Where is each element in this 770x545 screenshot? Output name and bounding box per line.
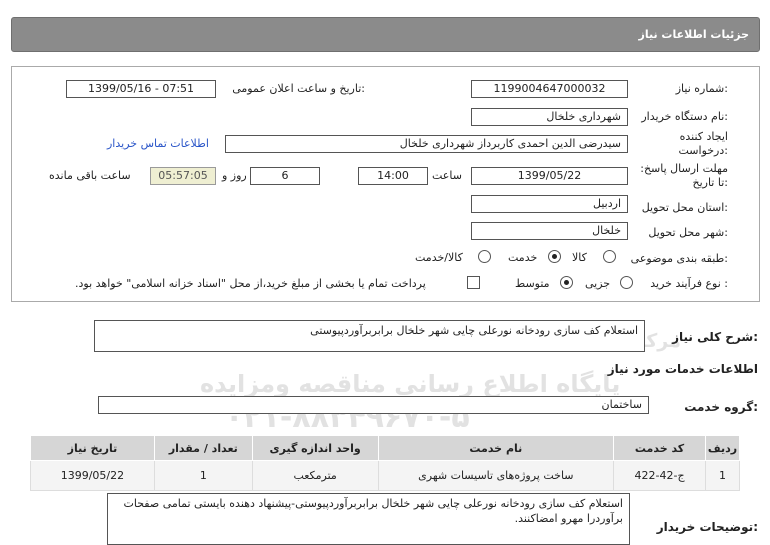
category-goods-radio[interactable] (603, 250, 616, 263)
announce-field: 1399/05/16 - 07:51 (66, 80, 216, 98)
treasury-payment-checkbox[interactable] (467, 276, 480, 289)
col-unit: واحد اندازه گیری (251, 435, 379, 461)
remaining-time-field: 05:57:05 (150, 167, 216, 185)
buyer-notes-label: توضیحات خریدار: (656, 520, 758, 534)
cell-need-date: 1399/05/22 (30, 460, 155, 491)
days-label: روز و (222, 169, 247, 182)
col-row-number: ردیف (705, 435, 740, 461)
remaining-label: ساعت باقی مانده (49, 169, 131, 182)
creator-label: ایجاد کننده درخواست: (633, 130, 729, 158)
cell-service-code: ج-42-422 (613, 460, 707, 491)
watermark-line2: پایگاه اطلاع رسانی مناقصه ومزایده (200, 370, 621, 398)
service-group-field: ساختمان (98, 396, 649, 414)
category-goods-label: کالا (572, 251, 587, 264)
province-field: اردبیل (471, 195, 628, 213)
deadline-time-label: ساعت (432, 169, 462, 182)
deadline-date-field: 1399/05/22 (471, 167, 628, 185)
deadline-time-field: 14:00 (358, 167, 428, 185)
col-service-code: کد خدمت (613, 435, 707, 461)
process-medium-radio[interactable] (560, 276, 573, 289)
services-section-title: اطلاعات خدمات مورد نیاز (607, 362, 758, 376)
buyer-org-label: نام دستگاه خریدار: (641, 110, 728, 123)
need-number-field: 1199004647000032 (471, 80, 628, 98)
process-label: نوع فرآیند خرید : (650, 277, 728, 290)
creator-field: سیدرضی الدین احمدی کاربرداز شهرداری خلخا… (225, 135, 628, 153)
summary-label: شرح کلی نیاز: (672, 330, 758, 344)
col-service-name: نام خدمت (377, 435, 615, 461)
buyer-notes-text: استعلام کف سازی رودخانه نورعلی چایی شهر … (107, 493, 630, 545)
province-label: استان محل تحویل: (641, 201, 728, 214)
process-medium-label: متوسط (515, 277, 550, 290)
summary-text: استعلام کف سازی رودخانه نورعلی چایی شهر … (94, 320, 645, 352)
services-table-header: ردیف کد خدمت نام خدمت واحد اندازه گیری ت… (30, 435, 740, 461)
cell-quantity: 1 (153, 460, 253, 491)
process-minor-radio[interactable] (620, 276, 633, 289)
buyer-org-field: شهرداری خلخال (471, 108, 628, 126)
days-field: 6 (250, 167, 320, 185)
cell-unit: مترمکعب (251, 460, 379, 491)
need-number-label: شماره نیاز: (675, 82, 728, 95)
services-table: ردیف کد خدمت نام خدمت واحد اندازه گیری ت… (30, 435, 740, 491)
city-label: شهر محل تحویل: (648, 226, 728, 239)
creator-label-text: ایجاد کننده درخواست: (678, 130, 729, 157)
category-goods-service-radio[interactable] (478, 250, 491, 263)
col-need-date: تاریخ نیاز (30, 435, 155, 461)
cell-service-name: ساخت پروژه‌های تاسیسات شهری (377, 460, 615, 491)
col-quantity: تعداد / مقدار (153, 435, 253, 461)
payment-note: پرداخت تمام یا بخشی از مبلغ خرید،از محل … (75, 277, 426, 290)
deadline-label: مهلت ارسال پاسخ: تا تاریخ: (633, 162, 728, 190)
category-service-label: خدمت (508, 251, 538, 264)
city-field: خلخال (471, 222, 628, 240)
table-row: 1 ج-42-422 ساخت پروژه‌های تاسیسات شهری م… (30, 460, 740, 491)
page-title-bar: جزئیات اطلاعات نیاز (11, 17, 760, 52)
cell-row-number: 1 (705, 460, 740, 491)
category-service-radio[interactable] (548, 250, 561, 263)
announce-label: تاریخ و ساعت اعلان عمومی: (232, 82, 365, 95)
process-minor-label: جزیی (585, 277, 611, 290)
service-group-label: گروه خدمت: (684, 400, 758, 414)
buyer-contact-link[interactable]: اطلاعات تماس خریدار (107, 137, 209, 150)
deadline-label-text: مهلت ارسال پاسخ: تا تاریخ: (640, 162, 728, 189)
page-title: جزئیات اطلاعات نیاز (638, 28, 750, 41)
category-label: طبقه بندی موضوعی: (630, 252, 728, 265)
category-goods-service-label: کالا/خدمت (415, 251, 463, 264)
